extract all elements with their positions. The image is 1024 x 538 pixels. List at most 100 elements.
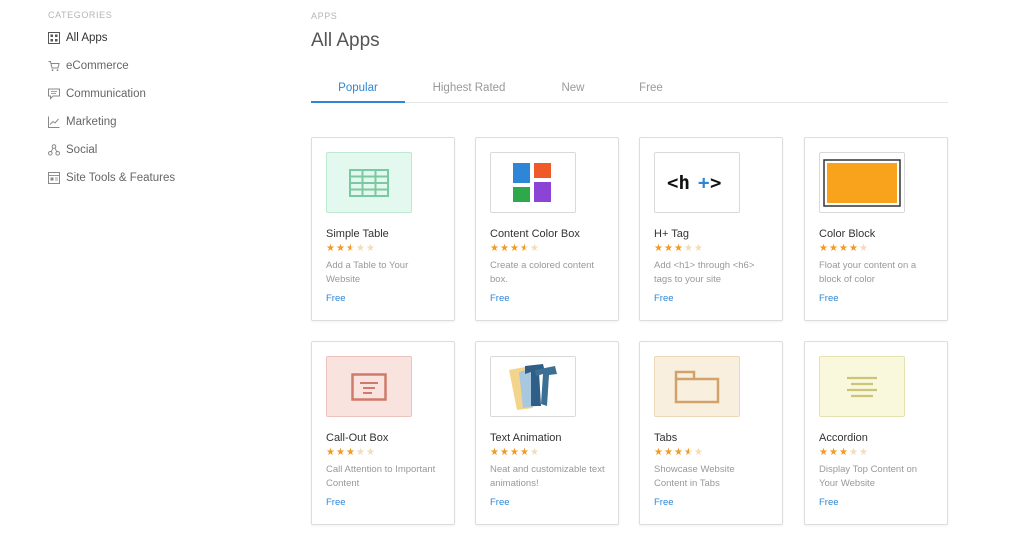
app-title: Accordion	[819, 432, 868, 444]
star-icon: ★	[829, 243, 839, 254]
app-title: Call-Out Box	[326, 432, 389, 444]
star-icon: ★	[674, 243, 684, 254]
app-card-h-plus-tag[interactable]: <h + > H+ Tag ★★★★★ Add <h1> through <h6…	[639, 137, 783, 321]
star-icon: ★	[346, 447, 356, 458]
sidebar-item-site-tools[interactable]: Site Tools & Features	[48, 164, 278, 192]
app-card-text-animation[interactable]: Text Animation ★★★★★ Neat and customizab…	[475, 341, 619, 525]
star-icon: ★	[356, 243, 366, 254]
chat-icon	[48, 88, 60, 100]
text-animation-icon	[509, 363, 557, 410]
chart-icon	[48, 116, 60, 128]
sidebar-item-communication[interactable]: Communication	[48, 80, 278, 108]
app-thumbnail	[326, 356, 412, 417]
app-description: Display Top Content on Your Website	[819, 464, 918, 489]
tab-new[interactable]: New	[543, 76, 603, 103]
app-price: Free	[654, 497, 674, 508]
app-thumbnail	[819, 152, 905, 213]
star-icon: ★	[336, 447, 346, 458]
app-description: Add <h1> through <h6> tags to your site	[654, 260, 755, 285]
sidebar-item-social[interactable]: Social	[48, 136, 278, 164]
star-icon: ★	[664, 447, 674, 458]
app-description: Call Attention to Important Content	[326, 464, 436, 489]
sidebar: CATEGORIES All Apps eCommerce Communicat…	[48, 10, 278, 192]
star-icon: ★	[366, 447, 376, 458]
app-price: Free	[490, 293, 510, 304]
star-rating: ★★★★★	[654, 243, 704, 254]
star-rating: ★★★★★	[326, 447, 376, 458]
star-icon: ★	[356, 447, 366, 458]
star-rating: ★★★★★	[490, 447, 540, 458]
app-card-simple-table[interactable]: Simple Table ★★★★★ Add a Table to Your W…	[311, 137, 455, 321]
sidebar-item-label: Communication	[66, 88, 146, 100]
star-icon: ★	[500, 243, 510, 254]
app-card-call-out-box[interactable]: Call-Out Box ★★★★★ Call Attention to Imp…	[311, 341, 455, 525]
star-icon: ★	[684, 447, 694, 458]
star-icon: ★	[530, 243, 540, 254]
svg-text:<h: <h	[667, 172, 690, 194]
sidebar-item-label: eCommerce	[66, 60, 129, 72]
app-price: Free	[326, 497, 346, 508]
sidebar-item-label: All Apps	[66, 32, 108, 44]
app-title: Tabs	[654, 432, 678, 444]
orange-block-icon	[823, 158, 901, 207]
app-price: Free	[654, 293, 674, 304]
app-title: H+ Tag	[654, 228, 689, 240]
app-title: Text Animation	[490, 432, 562, 444]
grid-icon	[48, 32, 60, 44]
app-thumbnail	[490, 152, 576, 213]
app-thumbnail	[819, 356, 905, 417]
svg-text:+: +	[698, 172, 709, 194]
sidebar-item-ecommerce[interactable]: eCommerce	[48, 52, 278, 80]
tabs-icon	[674, 370, 720, 403]
callout-box-icon	[351, 372, 387, 401]
tab-highest-rated[interactable]: Highest Rated	[421, 76, 517, 103]
tab-popular[interactable]: Popular	[311, 76, 405, 103]
app-price: Free	[819, 293, 839, 304]
star-icon: ★	[490, 447, 500, 458]
star-icon: ★	[819, 243, 829, 254]
app-card-color-block[interactable]: Color Block ★★★★★ Float your content on …	[804, 137, 948, 321]
app-thumbnail	[654, 356, 740, 417]
app-price: Free	[326, 293, 346, 304]
cart-icon	[48, 60, 60, 72]
star-rating: ★★★★★	[326, 243, 376, 254]
star-icon: ★	[684, 243, 694, 254]
svg-text:>: >	[710, 172, 721, 194]
star-icon: ★	[346, 243, 356, 254]
star-icon: ★	[819, 447, 829, 458]
star-rating: ★★★★★	[490, 243, 540, 254]
sidebar-item-label: Site Tools & Features	[66, 172, 176, 184]
tab-free[interactable]: Free	[623, 76, 679, 103]
star-icon: ★	[326, 243, 336, 254]
share-icon	[48, 144, 60, 156]
tab-bar: Popular Highest Rated New Free	[311, 76, 948, 103]
star-icon: ★	[674, 447, 684, 458]
sidebar-item-marketing[interactable]: Marketing	[48, 108, 278, 136]
table-icon	[349, 168, 389, 197]
app-title: Color Block	[819, 228, 876, 240]
star-icon: ★	[839, 243, 849, 254]
sidebar-item-label: Social	[66, 144, 98, 156]
star-icon: ★	[510, 447, 520, 458]
star-icon: ★	[366, 243, 376, 254]
h-plus-icon: <h + >	[667, 172, 721, 194]
app-card-accordion[interactable]: Accordion ★★★★★ Display Top Content on Y…	[804, 341, 948, 525]
app-card-content-color-box[interactable]: Content Color Box ★★★★★ Create a colored…	[475, 137, 619, 321]
sidebar-item-all-apps[interactable]: All Apps	[48, 24, 278, 52]
sidebar-item-label: Marketing	[66, 116, 117, 128]
star-icon: ★	[490, 243, 500, 254]
star-icon: ★	[530, 447, 540, 458]
star-icon: ★	[500, 447, 510, 458]
star-icon: ★	[694, 447, 704, 458]
star-icon: ★	[520, 447, 530, 458]
app-card-tabs[interactable]: Tabs ★★★★★ Showcase Website Content in T…	[639, 341, 783, 525]
star-rating: ★★★★★	[654, 447, 704, 458]
star-icon: ★	[654, 447, 664, 458]
app-thumbnail	[326, 152, 412, 213]
star-icon: ★	[654, 243, 664, 254]
breadcrumb: APPS	[311, 11, 338, 21]
star-icon: ★	[829, 447, 839, 458]
star-icon: ★	[664, 243, 674, 254]
star-icon: ★	[510, 243, 520, 254]
star-icon: ★	[849, 447, 859, 458]
